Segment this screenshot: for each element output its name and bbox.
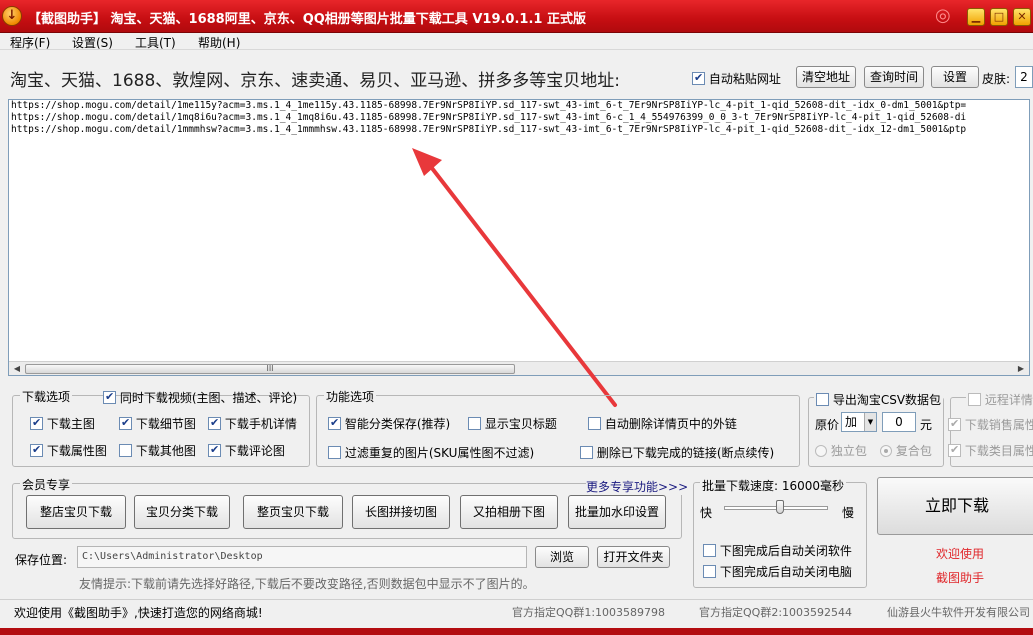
download-mobile-detail-checkbox[interactable]: 下载手机详情 bbox=[208, 415, 297, 432]
checkbox-icon bbox=[208, 416, 221, 430]
checkbox-icon bbox=[30, 416, 43, 430]
speed-slider-thumb[interactable] bbox=[775, 500, 784, 514]
download-category-attr-checkbox[interactable]: 下载类目属性 bbox=[948, 442, 1033, 459]
status-bar: 欢迎使用《截图助手》,快速打造您的网络商城! 官方指定QQ群1:10035897… bbox=[0, 599, 1033, 623]
app-name-text: 截图助手 bbox=[936, 571, 985, 585]
checkbox-icon bbox=[948, 443, 961, 457]
checkbox-icon bbox=[468, 417, 481, 430]
checkbox-icon bbox=[588, 417, 601, 430]
more-features-link[interactable]: 更多专享功能>>> bbox=[586, 478, 689, 495]
checkbox-icon bbox=[816, 393, 829, 406]
filter-duplicates-checkbox[interactable]: 过滤重复的图片(SKU属性图不过滤) bbox=[328, 444, 534, 461]
checkbox-icon bbox=[328, 446, 341, 459]
checkbox-icon bbox=[208, 443, 221, 457]
bottom-border bbox=[0, 628, 1033, 635]
price-label: 原价 bbox=[815, 418, 840, 432]
speed-title: 批量下载速度: 16000毫秒 bbox=[700, 477, 847, 494]
download-main-image-checkbox[interactable]: 下载主图 bbox=[30, 415, 95, 432]
price-unit: 元 bbox=[920, 418, 933, 432]
auto-close-app-checkbox[interactable]: 下图完成后自动关闭软件 bbox=[703, 542, 852, 559]
whole-shop-download-button[interactable]: 整店宝贝下载 bbox=[26, 495, 126, 529]
download-options-title: 下载选项 bbox=[20, 388, 73, 405]
chevron-down-icon: ▼ bbox=[864, 413, 876, 431]
member-title: 会员专享 bbox=[20, 476, 73, 493]
checkbox-icon bbox=[948, 417, 961, 431]
long-image-stitch-button[interactable]: 长图拼接切图 bbox=[352, 495, 450, 529]
radio-single-package[interactable]: 独立包 bbox=[815, 442, 867, 459]
export-csv-checkbox[interactable]: 导出淘宝CSV数据包 bbox=[814, 391, 944, 408]
status-qq-group-1: 官方指定QQ群1:1003589798 bbox=[512, 606, 666, 619]
radio-icon bbox=[815, 445, 827, 457]
remote-details-checkbox[interactable]: 远程详情 bbox=[966, 391, 1033, 408]
annotation-arrow-icon bbox=[412, 148, 617, 407]
whole-page-download-button[interactable]: 整页宝贝下载 bbox=[243, 495, 343, 529]
download-sales-attr-checkbox[interactable]: 下载销售属性 bbox=[948, 416, 1033, 433]
checkbox-icon bbox=[703, 544, 716, 557]
radio-combined-package[interactable]: 复合包 bbox=[880, 442, 932, 459]
download-review-image-checkbox[interactable]: 下载评论图 bbox=[208, 442, 285, 459]
status-qq-group-2: 官方指定QQ群2:1003592544 bbox=[699, 606, 853, 619]
batch-watermark-button[interactable]: 批量加水印设置 bbox=[568, 495, 666, 529]
status-welcome: 欢迎使用《截图助手》,快速打造您的网络商城! bbox=[14, 606, 263, 620]
smart-classify-checkbox[interactable]: 智能分类保存(推荐) bbox=[328, 415, 450, 432]
download-other-image-checkbox[interactable]: 下载其他图 bbox=[119, 442, 196, 459]
tip-text: 友情提示:下载前请先选择好路径,下载后不要改变路径,否则数据包中显示不了图片的。 bbox=[79, 577, 535, 591]
status-company: 仙游县火牛软件开发有限公司 bbox=[887, 606, 1030, 619]
browse-button[interactable]: 浏览 bbox=[535, 546, 589, 568]
speed-fast-label: 快 bbox=[700, 506, 713, 520]
remove-external-links-checkbox[interactable]: 自动删除详情页中的外链 bbox=[588, 415, 737, 432]
checkbox-icon bbox=[119, 416, 132, 430]
checkbox-icon bbox=[30, 443, 43, 457]
youpai-album-download-button[interactable]: 又拍相册下图 bbox=[460, 495, 558, 529]
speed-slow-label: 慢 bbox=[842, 506, 855, 520]
checkbox-icon bbox=[328, 416, 341, 430]
checkbox-icon bbox=[580, 446, 593, 459]
function-options-title: 功能选项 bbox=[324, 388, 377, 405]
download-video-checkbox[interactable]: 同时下载视频(主图、描述、评论) bbox=[103, 389, 297, 406]
open-folder-button[interactable]: 打开文件夹 bbox=[597, 546, 670, 568]
checkbox-icon bbox=[703, 565, 716, 578]
auto-shutdown-checkbox[interactable]: 下图完成后自动关闭电脑 bbox=[703, 563, 852, 580]
checkbox-icon bbox=[968, 393, 981, 406]
radio-selected-icon bbox=[880, 445, 892, 457]
checkbox-icon bbox=[103, 390, 116, 404]
show-title-checkbox[interactable]: 显示宝贝标题 bbox=[468, 415, 557, 432]
price-value-input[interactable]: 0 bbox=[882, 412, 916, 432]
download-attribute-image-checkbox[interactable]: 下载属性图 bbox=[30, 442, 107, 459]
save-path-input[interactable]: C:\Users\Administrator\Desktop bbox=[77, 546, 527, 568]
category-download-button[interactable]: 宝贝分类下载 bbox=[134, 495, 230, 529]
welcome-text: 欢迎使用 bbox=[936, 547, 985, 561]
download-detail-image-checkbox[interactable]: 下载细节图 bbox=[119, 415, 196, 432]
checkbox-icon bbox=[119, 444, 132, 457]
save-location-label: 保存位置: bbox=[15, 553, 68, 567]
delete-finished-links-checkbox[interactable]: 删除已下载完成的链接(断点续传) bbox=[580, 444, 774, 461]
price-operator-select[interactable]: 加 ▼ bbox=[841, 412, 877, 432]
download-now-button[interactable]: 立即下载 bbox=[877, 477, 1033, 535]
